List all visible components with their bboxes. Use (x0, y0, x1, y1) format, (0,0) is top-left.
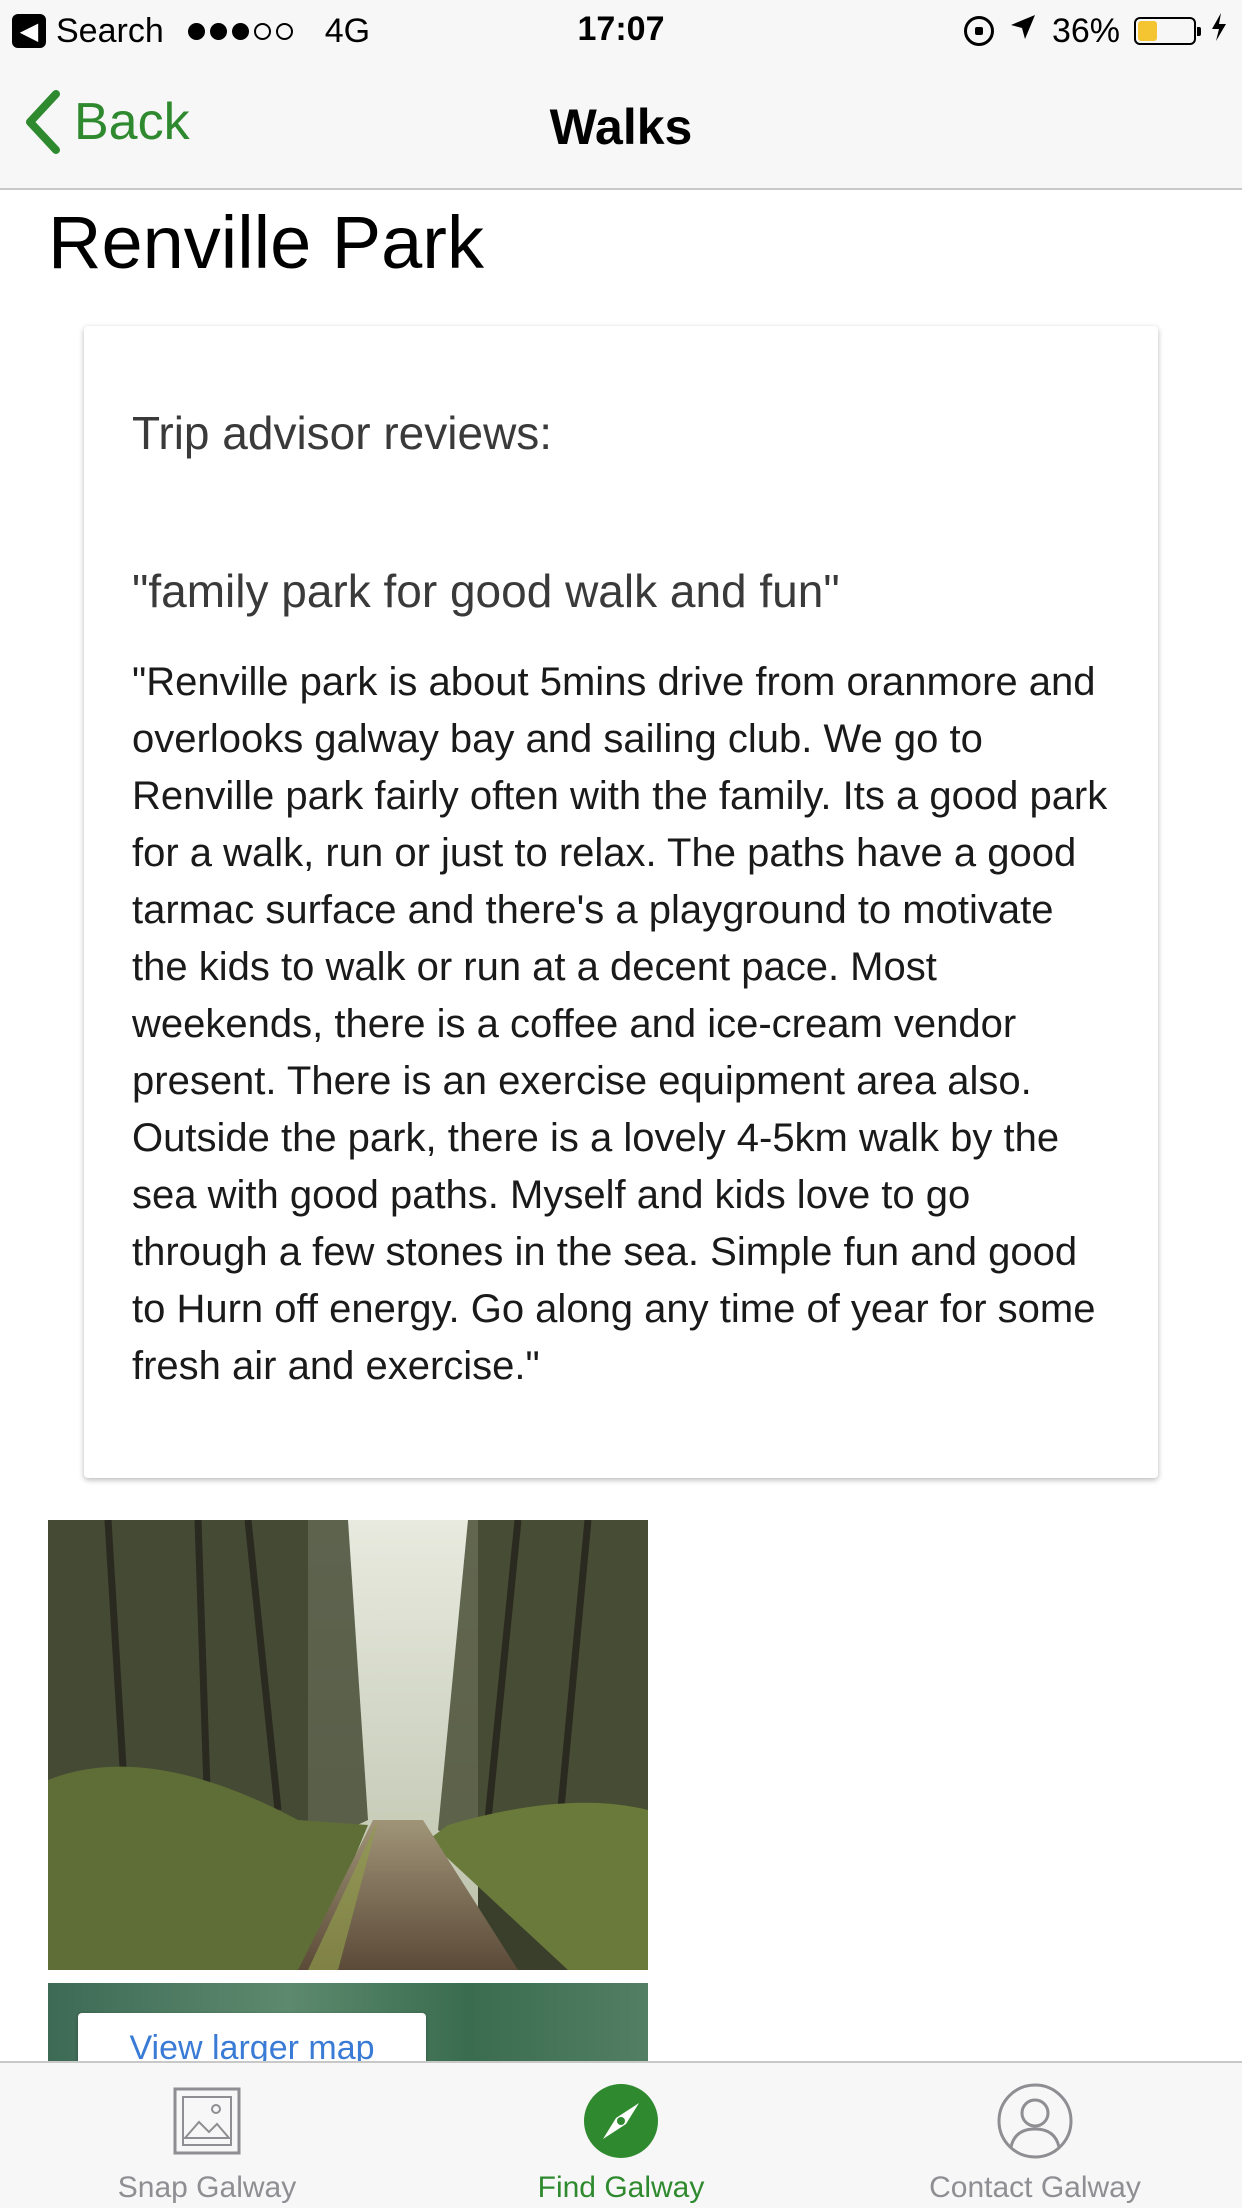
battery-percent: 36% (1051, 11, 1120, 50)
battery-fill (1138, 21, 1158, 41)
page-title: Renville Park (48, 201, 484, 284)
tab-contact-galway[interactable]: Contact Galway (828, 2063, 1242, 2210)
map-preview[interactable]: View larger map (48, 1983, 648, 2063)
tab-bar: Snap Galway Find Galway Contact Galway (0, 2061, 1242, 2208)
rotation-lock-icon (963, 16, 994, 46)
tab-find-galway[interactable]: Find Galway (414, 2063, 828, 2210)
status-bar: ◀ Search 4G 17:07 36% (0, 0, 1242, 62)
status-right: 36% (963, 8, 1228, 54)
nav-title: Walks (549, 99, 693, 155)
tab-snap-galway[interactable]: Snap Galway (0, 2063, 414, 2210)
navigation-bar: Back Walks (0, 62, 1242, 190)
review-card: Trip advisor reviews: "family park for g… (84, 326, 1158, 1478)
compass-icon (583, 2083, 659, 2159)
review-title: "family park for good walk and fun" (132, 565, 840, 617)
location-arrow-icon (1008, 12, 1038, 51)
park-path-image (48, 1520, 648, 1970)
tab-label: Contact Galway (929, 2171, 1141, 2204)
person-icon (997, 2083, 1073, 2159)
tab-label: Snap Galway (117, 2171, 297, 2204)
tab-label: Find Galway (537, 2171, 705, 2204)
review-heading: Trip advisor reviews: (132, 407, 553, 459)
view-larger-map-button[interactable]: View larger map (78, 2013, 426, 2063)
park-path-photo (48, 1520, 648, 1970)
review-body: "Renville park is about 5mins drive from… (132, 660, 1108, 1388)
image-icon (169, 2083, 245, 2159)
battery-icon (1134, 17, 1201, 45)
charging-bolt-icon (1210, 12, 1228, 51)
